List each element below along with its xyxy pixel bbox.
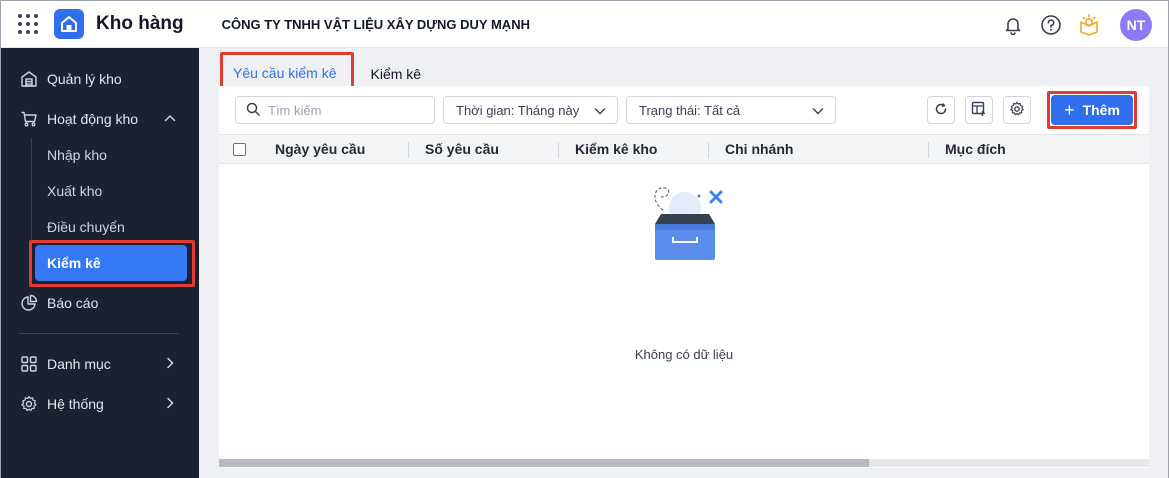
- sidebar-item-warehouse-activity[interactable]: Hoạt động kho: [1, 101, 199, 137]
- toolbar: Thời gian: Tháng này Trạng thái: Tất cả: [219, 86, 1149, 134]
- status-filter-label: Trạng thái: Tất cả: [639, 102, 741, 118]
- refresh-icon: [934, 102, 948, 119]
- sidebar-item-label: Hệ thống: [47, 396, 104, 412]
- bell-icon[interactable]: [998, 10, 1028, 40]
- sidebar-subitem-export[interactable]: Xuất kho: [47, 176, 102, 206]
- time-filter-label: Thời gian: Tháng này: [456, 102, 580, 118]
- empty-state-text: Không có dữ liệu: [634, 347, 734, 362]
- chevron-up-icon: [163, 111, 177, 128]
- sidebar-item-catalog[interactable]: Danh mục: [1, 346, 199, 382]
- sidebar-item-label: Báo cáo: [47, 295, 99, 311]
- horizontal-scrollbar[interactable]: [219, 459, 1149, 467]
- avatar[interactable]: NT: [1120, 9, 1152, 41]
- search-input[interactable]: [268, 102, 428, 118]
- chevron-right-icon: [163, 356, 177, 373]
- refresh-button[interactable]: [927, 96, 955, 124]
- gear-icon: [19, 394, 39, 414]
- pie-chart-icon: [19, 293, 39, 313]
- column-header-branch[interactable]: Chi nhánh: [725, 135, 793, 163]
- table-columns-icon: [971, 101, 987, 120]
- content-panel: Thời gian: Tháng này Trạng thái: Tất cả: [219, 86, 1149, 468]
- sidebar-item-warehouse-management[interactable]: Quản lý kho: [1, 61, 199, 97]
- gear-icon: [1009, 101, 1025, 120]
- sidebar-item-label: Danh mục: [47, 356, 111, 372]
- search-box[interactable]: [235, 96, 435, 124]
- table-header: Ngày yêu cầu Số yêu cầu Kiểm kê kho Chi …: [219, 134, 1149, 164]
- column-header-purpose[interactable]: Mục đích: [945, 135, 1006, 163]
- app-launcher-icon[interactable]: [15, 11, 41, 37]
- company-name: CÔNG TY TNHH VẬT LIỆU XÂY DỰNG DUY MẠNH: [221, 16, 530, 32]
- sidebar-item-label: Hoạt động kho: [47, 111, 139, 127]
- chevron-down-icon: [593, 104, 607, 121]
- top-bar: Kho hàng CÔNG TY TNHH VẬT LIỆU XÂY DỰNG …: [1, 1, 1168, 48]
- sidebar-divider: [19, 333, 179, 334]
- time-filter-select[interactable]: Thời gian: Tháng này: [443, 96, 618, 124]
- column-divider: [928, 142, 929, 158]
- highlight-stocktake: [29, 240, 195, 287]
- sidebar-item-reports[interactable]: Báo cáo: [1, 285, 199, 321]
- tips-icon[interactable]: [1074, 10, 1104, 40]
- highlight-add-button: [1047, 91, 1137, 129]
- select-all-checkbox[interactable]: [233, 143, 246, 156]
- main-content: Yêu cầu kiểm kê Kiểm kê Thời gian: Tháng…: [199, 48, 1168, 478]
- column-divider: [558, 142, 559, 158]
- column-header-request-date[interactable]: Ngày yêu cầu: [275, 135, 365, 163]
- chevron-right-icon: [163, 396, 177, 413]
- help-icon[interactable]: [1036, 10, 1066, 40]
- chevron-down-icon: [811, 104, 825, 121]
- app-title: Kho hàng: [96, 13, 184, 34]
- scrollbar-thumb[interactable]: [219, 459, 869, 467]
- column-header-request-number[interactable]: Số yêu cầu: [425, 135, 499, 163]
- empty-state: Không có dữ liệu: [219, 164, 1149, 459]
- status-filter-select[interactable]: Trạng thái: Tất cả: [626, 96, 836, 124]
- sidebar-item-system[interactable]: Hệ thống: [1, 386, 199, 422]
- warehouse-logo-icon: [54, 9, 84, 39]
- warehouse-icon: [19, 69, 39, 89]
- search-icon: [246, 102, 260, 119]
- empty-box-icon: [654, 187, 723, 260]
- grid-icon: [19, 354, 39, 374]
- cart-icon: [19, 109, 39, 129]
- sidebar-item-label: Quản lý kho: [47, 71, 122, 87]
- column-divider: [708, 142, 709, 158]
- sidebar-subitem-import[interactable]: Nhập kho: [47, 140, 107, 170]
- settings-button[interactable]: [1003, 96, 1031, 124]
- column-settings-button[interactable]: [965, 96, 993, 124]
- sidebar-subitem-transfer[interactable]: Điều chuyển: [47, 212, 125, 242]
- sidebar: Quản lý kho Hoạt động kho Nhập kho Xuất …: [1, 48, 199, 478]
- column-divider: [408, 142, 409, 158]
- column-header-warehouse[interactable]: Kiểm kê kho: [575, 135, 657, 163]
